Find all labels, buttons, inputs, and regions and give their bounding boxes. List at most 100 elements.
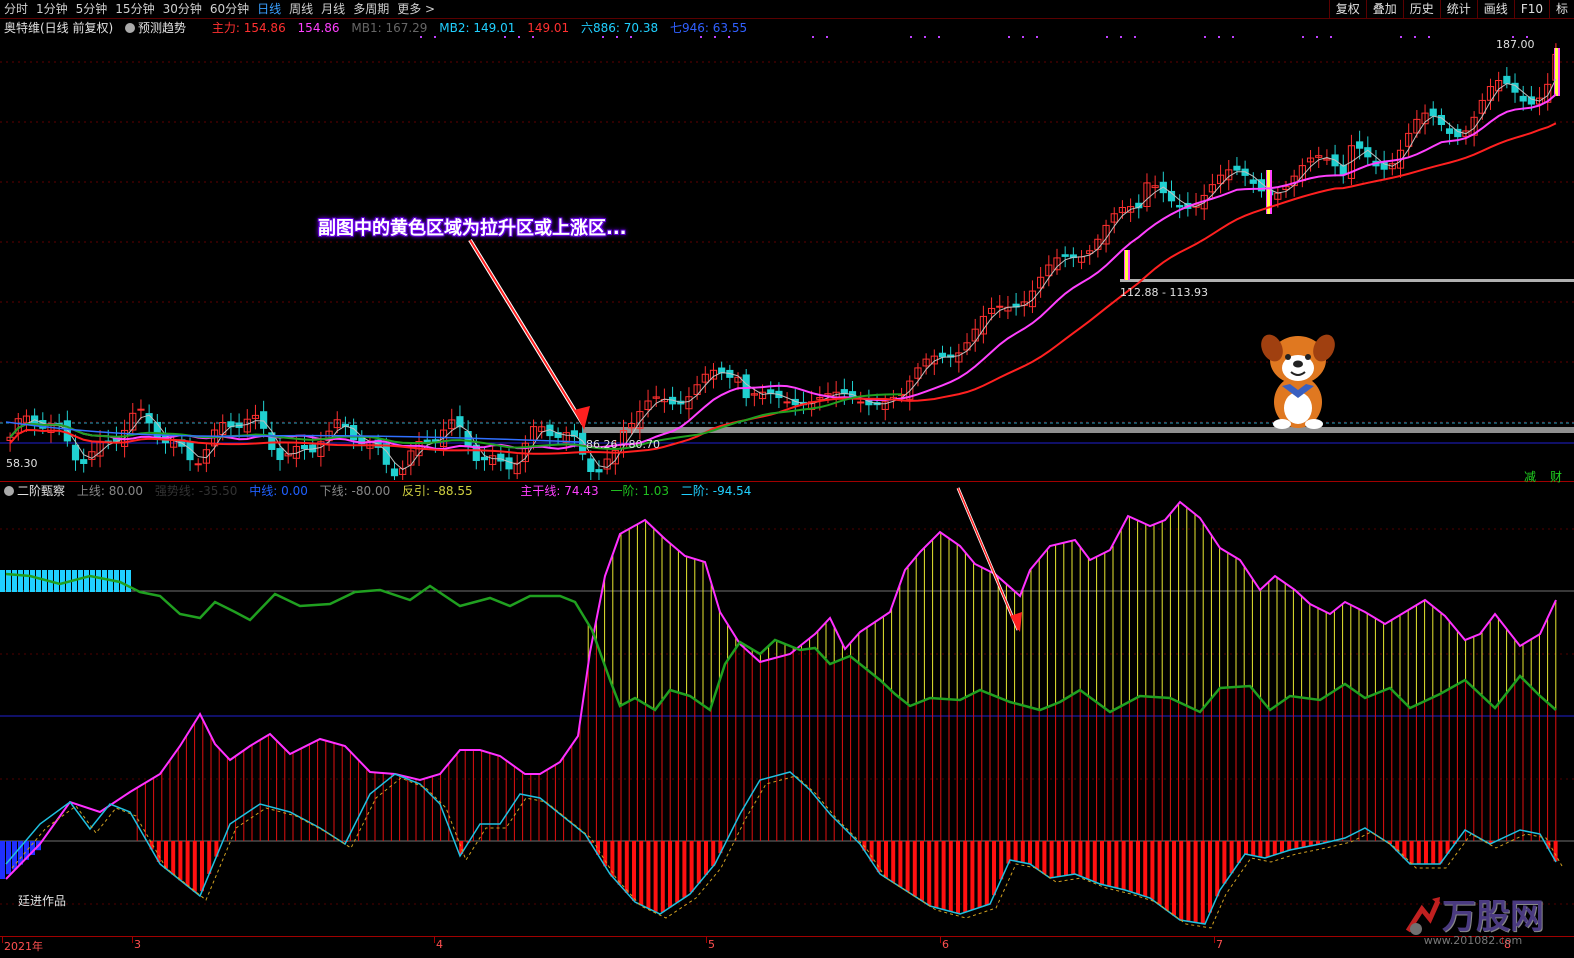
top-dot [1330,36,1332,38]
early-cyan-bar [18,570,23,592]
top-dot [630,36,632,38]
price-high-tag: 187.00 [1496,38,1535,51]
sub-right-label-2[interactable]: 财 [1550,468,1562,485]
top-dot [1414,36,1416,38]
top-dot [420,36,422,38]
date-label-0: 2021年 [4,940,43,953]
candle-body [300,444,309,450]
toolbar-button-1[interactable]: 叠加 [1365,0,1403,18]
top-dot [812,36,814,38]
tab-1[interactable]: 1分钟 [32,0,72,18]
early-cyan-bar [102,570,107,592]
early-cyan-bar [24,570,29,592]
top-dot [602,36,604,38]
top-dot [924,36,926,38]
second-order-signal [11,775,1563,929]
tab-9[interactable]: 多周期 [349,0,393,18]
price-min-tag: 58.30 [6,457,38,470]
early-blue-bar [6,841,11,875]
toolbar-button-0[interactable]: 复权 [1328,0,1366,18]
watermark-brand: 万股网 [1442,897,1544,937]
early-cyan-bar [0,570,5,592]
candle-body [505,457,513,470]
candle-body [1454,128,1462,138]
candle-body [857,401,865,404]
annotation-arrow-head [574,406,590,430]
candle-body [1503,75,1511,84]
top-dot [1106,36,1108,38]
top-dot [434,36,436,38]
top-dot [826,36,828,38]
candle-body [194,463,202,466]
top-dot [910,36,912,38]
candle-body [71,444,80,461]
tab-10[interactable]: 更多 > [393,0,439,18]
candle-body [1519,95,1527,102]
date-tick [940,937,941,943]
top-dot [532,36,534,38]
candle-body [1356,141,1364,149]
candle-body [63,420,71,442]
tab-8[interactable]: 月线 [317,0,349,18]
early-cyan-bar [96,570,101,592]
top-dot [1400,36,1402,38]
date-tick [706,937,707,943]
tab-3[interactable]: 15分钟 [111,0,158,18]
toolbar-button-6[interactable]: 标 [1548,0,1574,18]
date-label-2: 4 [436,938,443,951]
toolbar-button-5[interactable]: F10 [1513,0,1549,18]
candle-body [276,448,284,461]
candle-body [1249,179,1257,184]
sub-right-label-1[interactable]: 减 [1524,468,1536,485]
candle-body [1176,204,1184,208]
arrow-logo-icon [1405,896,1441,935]
top-dot [1120,36,1122,38]
tab-7[interactable]: 周线 [285,0,317,18]
toolbar-button-4[interactable]: 画线 [1476,0,1514,18]
date-label-1: 3 [134,938,141,951]
candle-body [1445,128,1454,134]
price-low-range-tag: 86.26 - 80.70 [586,438,660,451]
ma-green [9,393,902,451]
right-buttons: 复权 叠加 历史 统计 画线 F10 标 [1328,0,1574,18]
sub-indicator-chart[interactable] [0,484,1574,936]
toolbar-button-3[interactable]: 统计 [1439,0,1477,18]
tab-0[interactable]: 分时 [0,0,32,18]
candle-body [1527,96,1535,105]
date-tick [434,937,435,943]
tab-6[interactable]: 日线 [253,0,285,18]
tab-5[interactable]: 60分钟 [206,0,253,18]
date-label-5: 7 [1216,938,1223,951]
candle-body [1061,254,1069,257]
top-dot [1316,36,1318,38]
top-dot [700,36,702,38]
candle-body [1233,165,1241,171]
candle-body [390,468,399,477]
top-dot [728,36,730,38]
top-dot [1204,36,1206,38]
early-cyan-bar [12,570,17,592]
top-dot [1134,36,1136,38]
top-dot [1022,36,1024,38]
date-tick [132,937,133,943]
top-toolbar: 分时 1分钟 5分钟 15分钟 30分钟 60分钟 日线 周线 月线 多周期 更多 > 复权 叠加 历史… [0,0,1574,19]
main-trunk-line [5,500,1557,880]
tab-4[interactable]: 30分钟 [159,0,206,18]
credit-text: 廷进作品 [18,894,67,908]
candle-body [153,421,161,440]
early-cyan-bar [36,570,41,592]
date-tick [2,937,3,943]
early-cyan-bar [90,570,95,592]
top-dot [1008,36,1010,38]
candle-body [996,305,1004,308]
early-blue-bar [0,841,5,879]
watermark: 万股网 www.201082.com [1402,889,1544,947]
candle-body [137,408,145,411]
annotation-arrow-line [469,239,584,425]
tab-2[interactable]: 5分钟 [72,0,112,18]
toolbar-button-2[interactable]: 历史 [1402,0,1440,18]
early-cyan-bar [84,570,89,592]
candle-body [742,374,750,399]
date-tick [1214,937,1215,943]
early-cyan-bar [54,570,59,592]
